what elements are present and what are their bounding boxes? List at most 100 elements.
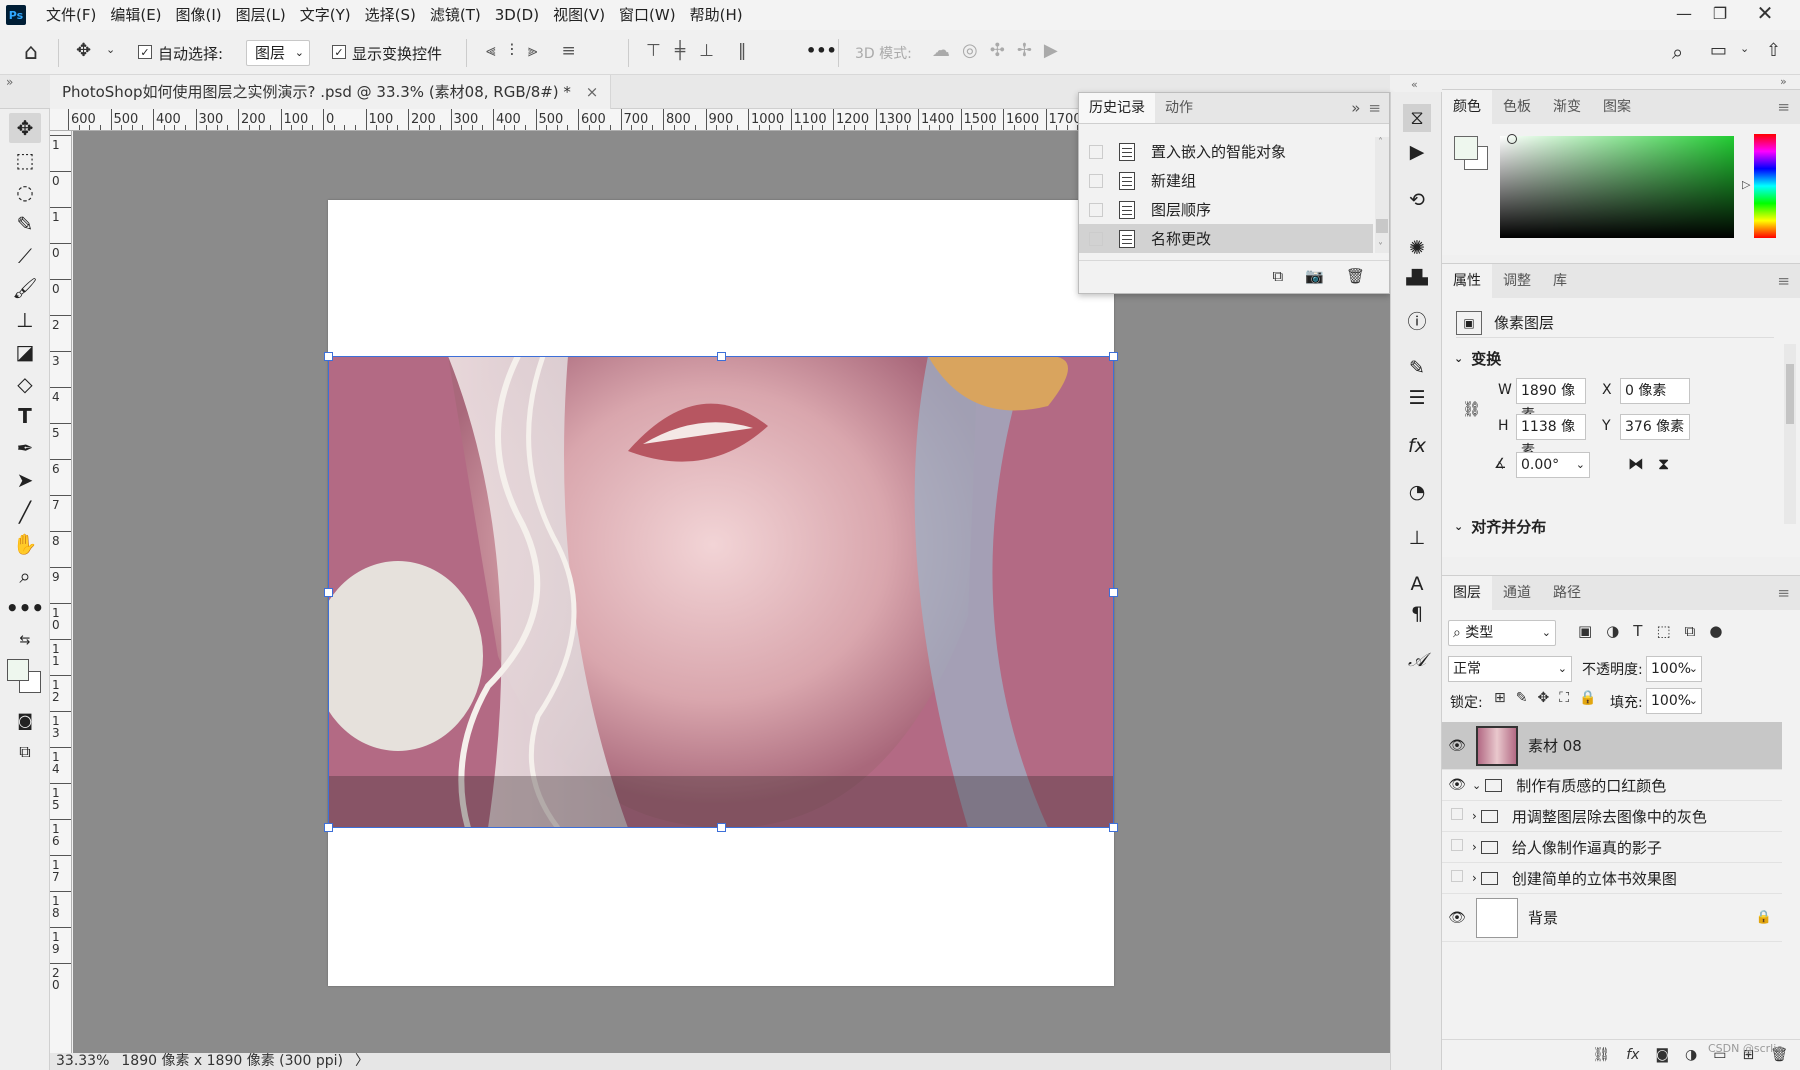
histogram-icon[interactable]: ▟▙: [1403, 264, 1431, 292]
transform-section-header[interactable]: ⌄ 变换: [1454, 348, 1501, 369]
lock-position-icon[interactable]: ✥: [1537, 690, 1549, 706]
tab-history[interactable]: 历史记录: [1079, 93, 1155, 123]
move-tool-icon[interactable]: ✥: [9, 113, 41, 143]
lock-all-icon[interactable]: 🔒: [1579, 690, 1596, 706]
auto-select-target-dropdown[interactable]: 图层 ⌄: [246, 40, 310, 66]
foreground-color-swatch[interactable]: [7, 659, 29, 681]
history-item-selected[interactable]: 名称更改: [1079, 224, 1373, 253]
transform-handle[interactable]: [324, 588, 333, 597]
chevron-right-icon[interactable]: ›: [1472, 840, 1477, 854]
transform-handle[interactable]: [324, 352, 333, 361]
align-vcenter-icon[interactable]: ╪: [675, 41, 685, 61]
y-position-field[interactable]: 376 像素: [1620, 414, 1690, 440]
flip-horizontal-icon[interactable]: ⧓: [1628, 454, 1644, 473]
history-item[interactable]: 图层顺序: [1079, 195, 1373, 224]
align-top-icon[interactable]: ⊤: [646, 41, 661, 61]
layer-row-selected[interactable]: 👁 素材 08: [1442, 722, 1782, 770]
menu-type[interactable]: 文字(Y): [294, 0, 357, 30]
history-item[interactable]: 新建组: [1079, 166, 1373, 195]
history-scrollbar[interactable]: ˄ ˅: [1375, 137, 1389, 253]
tab-adjustments[interactable]: 调整: [1492, 264, 1542, 298]
transform-bounding-box[interactable]: [324, 352, 1118, 832]
transform-handle[interactable]: [324, 823, 333, 832]
snapshot-camera-icon[interactable]: 📷: [1305, 267, 1324, 285]
type-tool-icon[interactable]: T: [9, 401, 41, 431]
layer-row[interactable]: › 用调整图层除去图像中的灰色: [1442, 801, 1782, 832]
navigator-icon[interactable]: ✺: [1403, 234, 1431, 262]
quick-mask-icon[interactable]: ◙: [9, 705, 41, 735]
search-icon[interactable]: ⌕: [1672, 40, 1683, 64]
menu-window[interactable]: 窗口(W): [613, 0, 682, 30]
chevron-right-icon[interactable]: ›: [1472, 871, 1477, 885]
distribute-v-icon[interactable]: ‖: [738, 41, 747, 61]
document-tab[interactable]: PhotoShop如何使用图层之实例演示? .psd @ 33.3% (素材08…: [50, 75, 612, 109]
eye-hidden-icon[interactable]: [1442, 839, 1472, 855]
tab-paths[interactable]: 路径: [1542, 576, 1592, 610]
transform-handle[interactable]: [1109, 352, 1118, 361]
rotation-angle-field[interactable]: 0.00° ⌄: [1516, 452, 1590, 478]
align-right-icon[interactable]: ⫸: [528, 41, 538, 61]
filter-toggle-icon[interactable]: ●: [1709, 622, 1722, 640]
filter-shape-icon[interactable]: ⬚: [1656, 622, 1670, 640]
collapse-toolbar-icon[interactable]: »: [6, 75, 13, 89]
layer-row[interactable]: › 创建简单的立体书效果图: [1442, 863, 1782, 894]
align-left-icon[interactable]: ⫷: [486, 41, 496, 61]
status-menu-icon[interactable]: 〉: [355, 1053, 369, 1070]
tab-actions[interactable]: 动作: [1155, 93, 1203, 123]
chevron-down-icon[interactable]: ⌄: [106, 43, 115, 56]
filter-type-icon[interactable]: T: [1633, 622, 1642, 640]
lock-transparent-icon[interactable]: ⊞: [1494, 690, 1506, 706]
height-field[interactable]: 1138 像素: [1516, 414, 1586, 459]
close-tab-icon[interactable]: ×: [586, 83, 599, 101]
glyphs-icon[interactable]: 𝒜: [1403, 646, 1431, 674]
layer-row[interactable]: 👁 ⌄ 制作有质感的口红颜色: [1442, 770, 1782, 801]
tab-channels[interactable]: 通道: [1492, 576, 1542, 610]
filter-pixel-icon[interactable]: ▣: [1578, 622, 1592, 640]
tab-libraries[interactable]: 库: [1542, 264, 1578, 298]
actions-play-icon[interactable]: ▶: [1403, 138, 1431, 166]
new-document-from-state-icon[interactable]: ⧉: [1273, 267, 1284, 285]
eye-visible-icon[interactable]: 👁: [1442, 910, 1472, 926]
add-layer-style-icon[interactable]: fx: [1626, 1047, 1639, 1063]
path-select-tool-icon[interactable]: ➤: [9, 465, 41, 495]
restore-icon[interactable]: ❐: [1700, 0, 1740, 26]
close-window-icon[interactable]: ✕: [1745, 0, 1785, 26]
transform-handle[interactable]: [717, 352, 726, 361]
menu-filter[interactable]: 滤镜(T): [424, 0, 487, 30]
3d-camera-icon[interactable]: ▶: [1044, 40, 1058, 61]
menu-image[interactable]: 图像(I): [170, 0, 228, 30]
marquee-tool-icon[interactable]: ⬚: [9, 145, 41, 175]
panel-menu-icon[interactable]: ≡: [1368, 99, 1381, 117]
align-hcenter-icon[interactable]: ⫶: [510, 41, 514, 61]
line-tool-icon[interactable]: ╱: [9, 497, 41, 527]
menu-3d[interactable]: 3D(D): [489, 0, 545, 30]
history-clock-icon[interactable]: ⟲: [1403, 186, 1431, 214]
eye-hidden-icon[interactable]: [1442, 808, 1472, 824]
lock-artboard-icon[interactable]: ⛶: [1559, 690, 1569, 706]
styles-fx-icon[interactable]: fx: [1403, 432, 1431, 460]
pen-tool-icon[interactable]: ✒: [9, 433, 41, 463]
blend-mode-dropdown[interactable]: 正常 ⌄: [1448, 656, 1572, 682]
3d-pan-icon[interactable]: ✣: [990, 40, 1005, 61]
hue-slider[interactable]: [1754, 134, 1776, 238]
filter-smart-object-icon[interactable]: ⧉: [1685, 622, 1696, 640]
share-icon[interactable]: ⇧: [1766, 40, 1781, 61]
lasso-tool-icon[interactable]: ◌: [9, 177, 41, 207]
panel-menu-icon[interactable]: ≡: [1777, 90, 1790, 124]
zoom-level[interactable]: 33.33%: [56, 1053, 109, 1070]
hue-slider-marker-icon[interactable]: ▷: [1742, 178, 1750, 191]
eye-hidden-icon[interactable]: [1442, 870, 1472, 886]
panel-menu-icon[interactable]: ≡: [1777, 264, 1790, 298]
show-transform-checkbox[interactable]: ✓: [332, 45, 346, 59]
home-icon[interactable]: ⌂: [24, 40, 38, 65]
minimize-icon[interactable]: —: [1664, 0, 1704, 26]
paint-bucket-tool-icon[interactable]: ◇: [9, 369, 41, 399]
eye-visible-icon[interactable]: 👁: [1442, 777, 1472, 793]
lock-pixels-brush-icon[interactable]: ✎: [1516, 690, 1528, 706]
link-layers-icon[interactable]: ⛓: [1592, 1047, 1610, 1063]
move-tool-icon[interactable]: ✥: [76, 40, 91, 61]
tab-swatches[interactable]: 色板: [1492, 90, 1542, 124]
eraser-tool-icon[interactable]: ◪: [9, 337, 41, 367]
more-options-icon[interactable]: •••: [806, 41, 837, 60]
fill-field[interactable]: 100% ⌄: [1646, 688, 1702, 714]
